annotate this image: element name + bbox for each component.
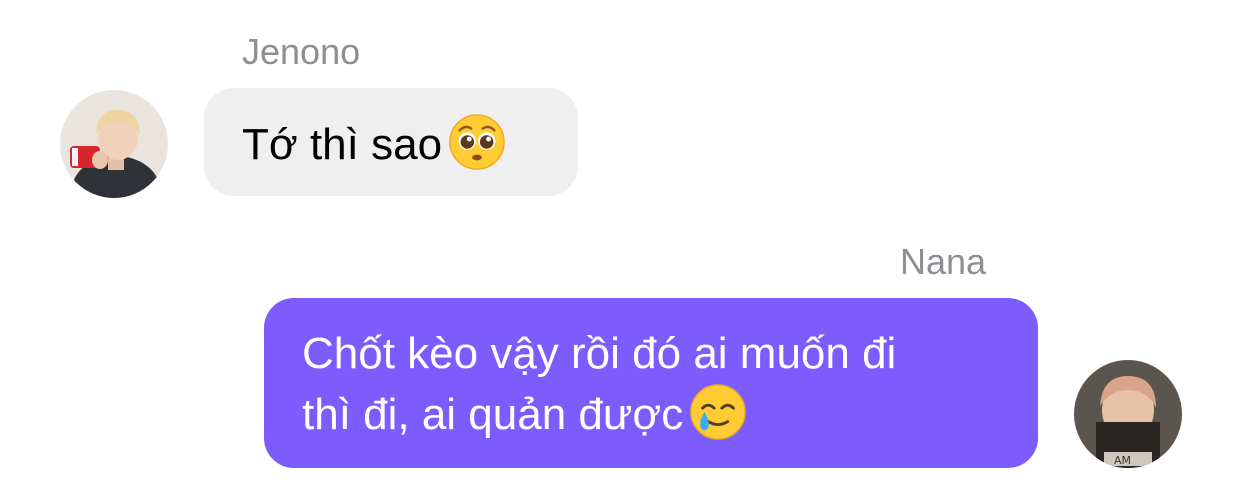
- message-bubble-outgoing[interactable]: Chốt kèo vậy rồi đó ai muốn đi thì đi, a…: [264, 298, 1038, 468]
- avatar-jenono[interactable]: [60, 90, 168, 198]
- sender-name-jenono: Jenono: [242, 31, 361, 72]
- avatar-nana[interactable]: AM: [1074, 360, 1182, 468]
- sender-name-nana: Nana: [900, 241, 987, 282]
- svg-text:AM: AM: [1114, 454, 1131, 467]
- message-bubble-incoming[interactable]: Tớ thì sao: [204, 88, 578, 196]
- message-text-line-2-row: thì đi, ai quản được: [302, 383, 1002, 444]
- pleading-face-icon: [448, 113, 506, 171]
- avatar-image: AM: [1074, 360, 1182, 468]
- smiling-face-with-tear-icon: [689, 383, 747, 441]
- message-text-line-2: thì đi, ai quản được: [302, 390, 684, 439]
- avatar-image: [60, 90, 168, 198]
- message-text: Tớ thì sao: [242, 120, 443, 169]
- message-text-line-1: Chốt kèo vậy rồi đó ai muốn đi: [302, 329, 897, 378]
